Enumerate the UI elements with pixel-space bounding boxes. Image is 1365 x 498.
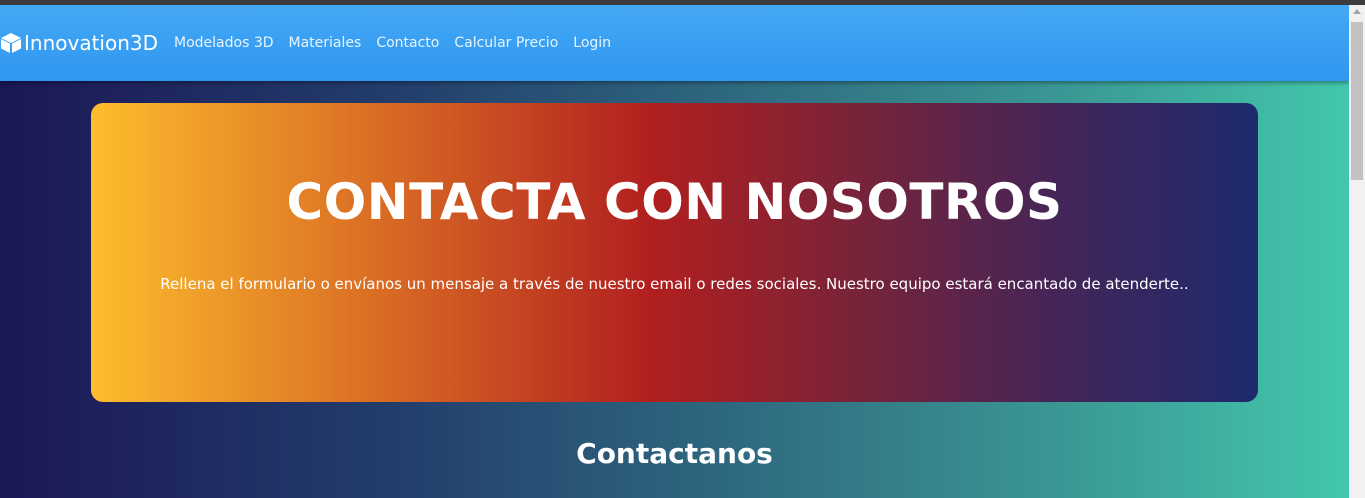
page: Innovation3D Modelados 3D Materiales Con… xyxy=(0,5,1349,498)
nav-link-modelados[interactable]: Modelados 3D xyxy=(174,35,274,51)
nav-link-materiales[interactable]: Materiales xyxy=(289,35,362,51)
nav-link-login[interactable]: Login xyxy=(573,35,611,51)
nav-links: Modelados 3D Materiales Contacto Calcula… xyxy=(174,35,626,51)
navbar: Innovation3D Modelados 3D Materiales Con… xyxy=(0,5,1349,81)
nav-link-calcular-precio[interactable]: Calcular Precio xyxy=(454,35,558,51)
vertical-scrollbar[interactable] xyxy=(1349,5,1365,498)
nav-link-contacto[interactable]: Contacto xyxy=(376,35,439,51)
brand-logo[interactable]: Innovation3D xyxy=(0,31,174,55)
hero-description: Rellena el formulario o envíanos un mens… xyxy=(160,275,1189,293)
scrollbar-thumb[interactable] xyxy=(1351,22,1363,180)
cube-icon xyxy=(0,32,24,54)
section-title: Contactanos xyxy=(576,437,773,470)
brand-name: Innovation3D xyxy=(24,31,159,55)
scroll-up-arrow-icon[interactable] xyxy=(1353,9,1361,14)
hero-banner: CONTACTA CON NOSOTROS Rellena el formula… xyxy=(91,103,1258,402)
hero-title: CONTACTA CON NOSOTROS xyxy=(286,173,1063,231)
